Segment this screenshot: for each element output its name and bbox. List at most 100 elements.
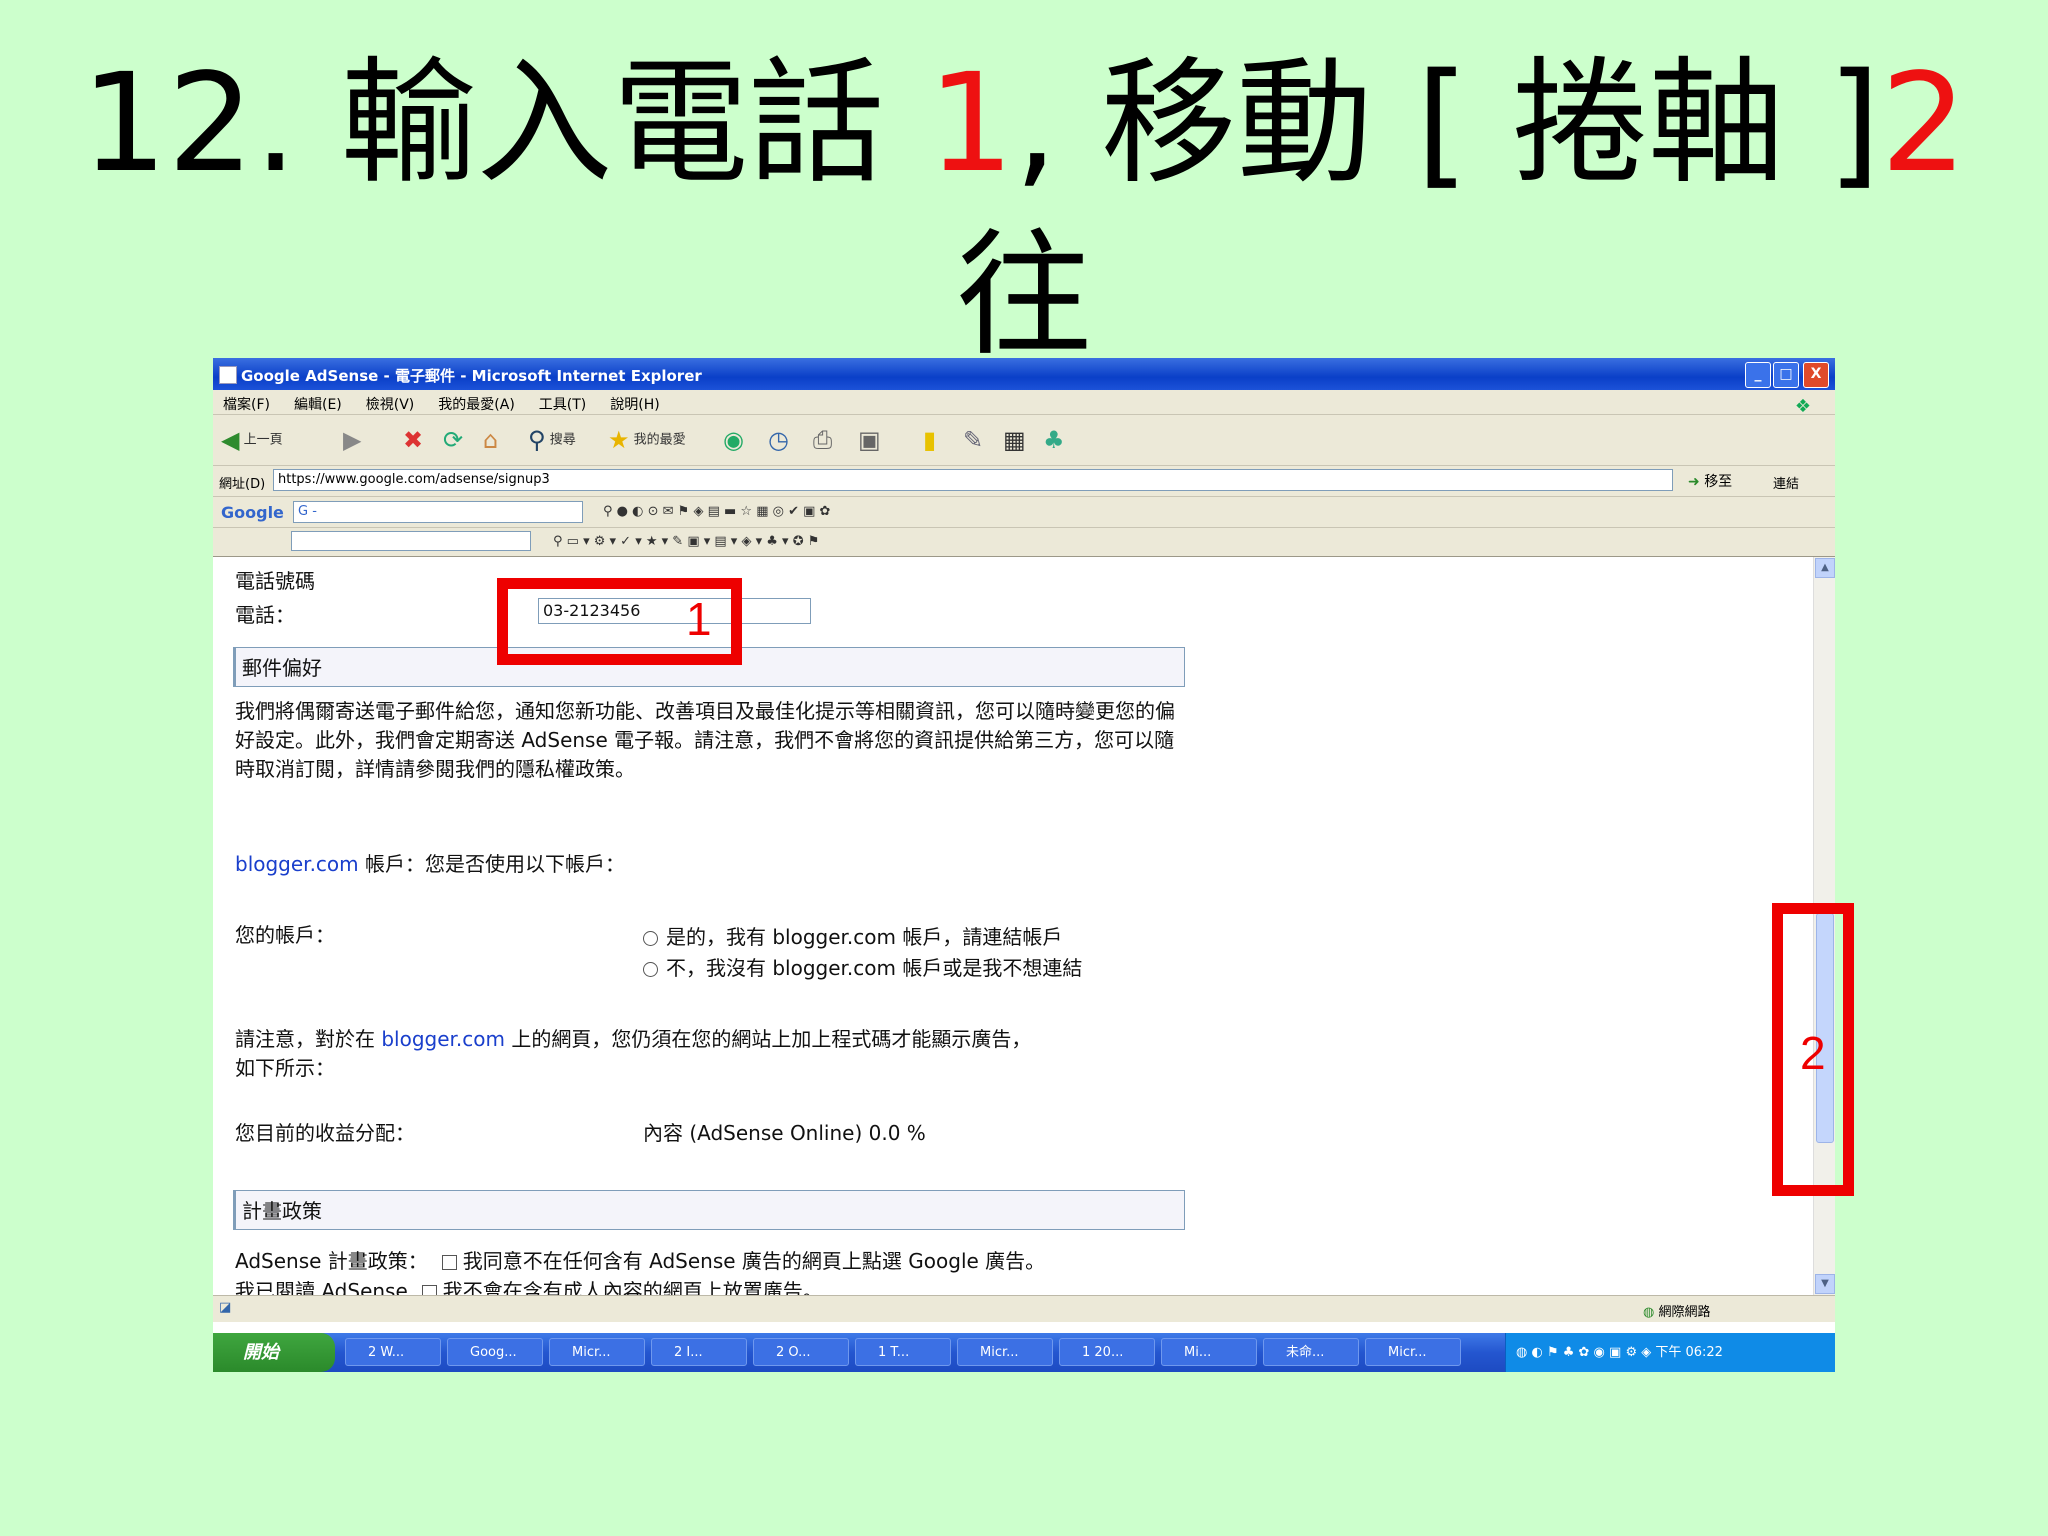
- links-toolbar: ⚲ ▭ ▾ ⚙ ▾ ✓ ▾ ★ ▾ ✎ ▣ ▾ ▤ ▾ ◈ ▾ ♣ ▾ ✪ ⚑: [213, 528, 1835, 557]
- google-toolbar: Google G - ⚲ ● ◐ ⊙ ✉ ⚑ ◈ ▤ ▬ ☆ ▦ ◎ ✔ ▣ ✿: [213, 497, 1835, 528]
- task-button-1[interactable]: 2 W...: [345, 1338, 441, 1366]
- account-usage-label: 您的帳戶：: [235, 923, 335, 947]
- scroll-down-arrow-icon[interactable]: ▼: [1815, 1274, 1835, 1294]
- media-button[interactable]: ◉: [723, 425, 744, 455]
- radio-yes-option[interactable]: 是的，我有 blogger.com 帳戶，請連結帳戶: [643, 921, 1062, 950]
- title-step-1: 1: [927, 45, 1015, 203]
- go-button[interactable]: ➜ 移至: [1688, 471, 1732, 491]
- standard-toolbar: ◀ 上一頁 ▶ ✖ ⟳ ⌂ ⚲ 搜尋 ★ 我的最愛 ◉ ◷ ⎙ ▣ ▮ ✎ ▦ …: [213, 415, 1835, 466]
- start-button[interactable]: 開始: [213, 1333, 335, 1372]
- search-icon: ⚲: [528, 426, 546, 454]
- print-button[interactable]: ⎙: [813, 425, 832, 455]
- messenger-icon: ♣: [1043, 426, 1065, 454]
- menu-tools[interactable]: 工具(T): [539, 394, 586, 414]
- home-button[interactable]: ⌂: [483, 425, 498, 455]
- address-input[interactable]: https://www.google.com/adsense/signup3: [273, 469, 1673, 491]
- links-button[interactable]: 連結: [1773, 473, 1799, 492]
- phone-label: 電話：: [235, 603, 295, 627]
- tray-icons[interactable]: ◍ ◐ ⚑ ♣ ✿ ◉ ▣ ⚙ ◈: [1516, 1345, 1655, 1360]
- task-button-4[interactable]: 2 I...: [651, 1338, 747, 1366]
- ie-page-icon: [219, 366, 237, 384]
- radio-yes[interactable]: [643, 931, 658, 946]
- back-arrow-icon: ◀: [221, 426, 240, 454]
- title-text-prefix: 12. 輸入電話: [80, 45, 928, 203]
- blogger-note-line2: 如下所示：: [235, 1056, 335, 1080]
- refresh-icon: ⟳: [443, 426, 464, 454]
- address-label: 網址(D): [219, 477, 266, 492]
- minimize-button[interactable]: _: [1745, 362, 1771, 388]
- google-search-value: G -: [298, 504, 317, 519]
- menu-favorites[interactable]: 我的最愛(A): [438, 394, 515, 414]
- blogger-note: 請注意，對於在 blogger.com 上的網頁，您仍須在您的網站上加上程式碼才…: [235, 1023, 1031, 1052]
- task-button-7[interactable]: Micr...: [957, 1338, 1053, 1366]
- blogger-question: blogger.com 帳戶：您是否使用以下帳戶：: [235, 848, 625, 877]
- zone-label: 網際網路: [1658, 1305, 1711, 1320]
- menu-help[interactable]: 說明(H): [610, 394, 659, 414]
- task-button-5[interactable]: 2 O...: [753, 1338, 849, 1366]
- task-button-9[interactable]: Mi...: [1161, 1338, 1257, 1366]
- email-prefs-text: 我們將偶爾寄送電子郵件給您，通知您新功能、改善項目及最佳化提示等相關資訊，您可以…: [235, 699, 1175, 781]
- blogger-link[interactable]: blogger.com: [235, 852, 359, 876]
- edit-icon: ▣: [858, 426, 881, 454]
- search-label: 搜尋: [549, 432, 576, 448]
- menu-view[interactable]: 檢視(V): [366, 394, 415, 414]
- media-icon: ◉: [723, 426, 744, 454]
- stop-button[interactable]: ✖: [403, 425, 423, 455]
- star-icon: ★: [608, 426, 630, 454]
- links-icons: ⚲ ▭ ▾ ⚙ ▾ ✓ ▾ ★ ▾ ✎ ▣ ▾ ▤ ▾ ◈ ▾ ♣ ▾ ✪ ⚑: [553, 534, 820, 549]
- forward-button[interactable]: ▶: [343, 425, 361, 455]
- favorites-label: 我的最愛: [633, 432, 686, 448]
- task-button-3[interactable]: Micr...: [549, 1338, 645, 1366]
- google-toolbar-buttons[interactable]: ⚲ ● ◐ ⊙ ✉ ⚑ ◈ ▤ ▬ ☆ ▦ ◎ ✔ ▣ ✿: [603, 504, 830, 519]
- radio-no-label: 不，我沒有 blogger.com 帳戶或是我不想連結: [666, 956, 1083, 980]
- task-button-6[interactable]: 1 T...: [855, 1338, 951, 1366]
- browser-screenshot: Google AdSense - 電子郵件 - Microsoft Intern…: [213, 358, 1835, 1372]
- menu-edit[interactable]: 編輯(E): [294, 394, 342, 414]
- search-button[interactable]: ⚲ 搜尋: [528, 425, 576, 455]
- edit-button[interactable]: ▣: [858, 425, 881, 455]
- radio-no-option[interactable]: 不，我沒有 blogger.com 帳戶或是我不想連結: [643, 952, 1082, 981]
- page-status-icon: ◪: [219, 1300, 232, 1315]
- task-button-8[interactable]: 1 20...: [1059, 1338, 1155, 1366]
- calc-button[interactable]: ▦: [1003, 425, 1026, 455]
- home-icon: ⌂: [483, 426, 499, 454]
- history-button[interactable]: ◷: [768, 425, 789, 455]
- tools-button[interactable]: ✎: [963, 425, 983, 455]
- program-policy-heading: 計畫政策: [233, 1190, 1185, 1230]
- links-toolbar-buttons[interactable]: ⚲ ▭ ▾ ⚙ ▾ ✓ ▾ ★ ▾ ✎ ▣ ▾ ▤ ▾ ◈ ▾ ♣ ▾ ✪ ⚑: [553, 534, 819, 549]
- terms-label-1: AdSense 計畫政策：: [235, 1249, 428, 1273]
- stop-icon: ✖: [403, 426, 424, 454]
- terms-checkbox-1[interactable]: [441, 1255, 457, 1270]
- calculator-icon: ▦: [1003, 426, 1026, 454]
- tray-clock[interactable]: 下午 06:22: [1655, 1345, 1723, 1360]
- refresh-button[interactable]: ⟳: [443, 425, 463, 455]
- status-bar: ◪ ◍ 網際網路: [213, 1295, 1835, 1322]
- maximize-button[interactable]: □: [1773, 362, 1799, 388]
- terms-row-1: AdSense 計畫政策： 我同意不在任何含有 AdSense 廣告的網頁上點選 …: [235, 1245, 1045, 1274]
- task-button-10[interactable]: 未命...: [1263, 1338, 1359, 1366]
- system-tray: ◍ ◐ ⚑ ♣ ✿ ◉ ▣ ⚙ ◈ 下午 06:22: [1505, 1333, 1835, 1372]
- title-text-suffix: 往: [956, 217, 1092, 375]
- menu-file[interactable]: 檔案(F): [223, 394, 270, 414]
- phone-section-label: 電話號碼: [235, 569, 315, 593]
- menu-bar: 檔案(F) 編輯(E) 檢視(V) 我的最愛(A) 工具(T) 說明(H) ❖: [213, 390, 1835, 417]
- back-button[interactable]: ◀ 上一頁: [221, 425, 283, 455]
- folder-button[interactable]: ▮: [923, 425, 936, 455]
- revenue-label: 您目前的收益分配：: [235, 1121, 415, 1145]
- scroll-up-arrow-icon[interactable]: ▲: [1815, 558, 1835, 578]
- task-button-2[interactable]: Goog...: [447, 1338, 543, 1366]
- blogger-question-text: 帳戶：您是否使用以下帳戶：: [365, 852, 626, 876]
- window-title: Google AdSense - 電子郵件 - Microsoft Intern…: [241, 367, 702, 385]
- task-button-11[interactable]: Micr...: [1365, 1338, 1461, 1366]
- note-blogger-link[interactable]: blogger.com: [381, 1027, 505, 1051]
- google-search-input[interactable]: G -: [293, 501, 583, 523]
- print-icon: ⎙: [813, 426, 833, 454]
- radio-no[interactable]: [643, 962, 658, 977]
- page-content: 電話號碼 電話： 03-2123456 郵件偏好 我們將偶爾寄送電子郵件給您，通…: [213, 557, 1813, 1303]
- messenger-button[interactable]: ♣: [1043, 425, 1065, 455]
- close-button[interactable]: X: [1803, 362, 1829, 388]
- note-suffix: 上的網頁，您仍須在您的網站上加上程式碼才能顯示廣告，: [505, 1027, 1032, 1051]
- window-titlebar: Google AdSense - 電子郵件 - Microsoft Intern…: [213, 358, 1835, 390]
- links-search-input[interactable]: [291, 531, 531, 551]
- favorites-button[interactable]: ★ 我的最愛: [608, 425, 686, 455]
